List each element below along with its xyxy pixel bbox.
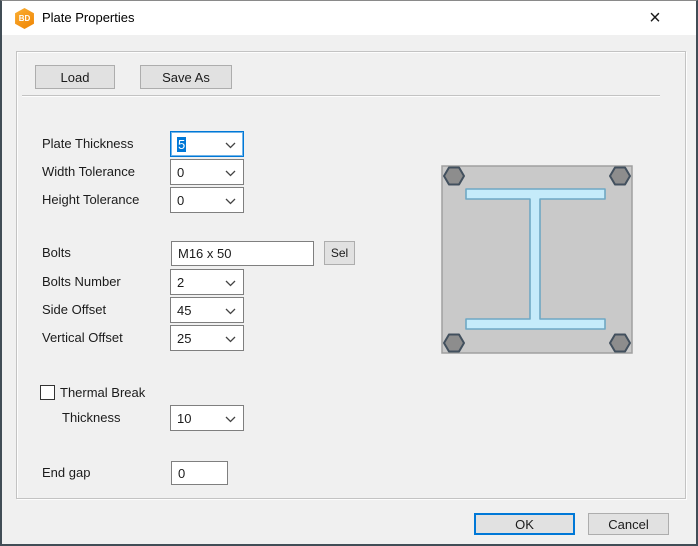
- width-tolerance-value: 0: [177, 165, 184, 180]
- plate-thickness-label: Plate Thickness: [42, 136, 134, 151]
- chevron-down-icon: [225, 416, 236, 423]
- cancel-button[interactable]: Cancel: [588, 513, 669, 535]
- load-button[interactable]: Load: [35, 65, 115, 89]
- bolt-hexagon-icon: [444, 168, 464, 185]
- bolts-select-button[interactable]: Sel: [324, 241, 355, 265]
- bolt-hexagon-icon: [610, 168, 630, 185]
- thickness-value: 10: [177, 411, 191, 426]
- plate-thickness-value: 5: [177, 137, 186, 152]
- plate-properties-dialog: BD Plate Properties × Load Save As Plate…: [0, 0, 698, 546]
- plate-preview-drawing: [432, 156, 647, 366]
- vertical-offset-value: 25: [177, 331, 191, 346]
- vertical-offset-dropdown[interactable]: 25: [170, 325, 244, 351]
- thermal-break-checkbox[interactable]: [40, 385, 55, 400]
- width-tolerance-label: Width Tolerance: [42, 164, 135, 179]
- side-offset-dropdown[interactable]: 45: [170, 297, 244, 323]
- bolts-label: Bolts: [42, 245, 71, 260]
- side-offset-label: Side Offset: [42, 302, 106, 317]
- thickness-label: Thickness: [62, 410, 121, 425]
- vertical-offset-label: Vertical Offset: [42, 330, 123, 345]
- window-title: Plate Properties: [42, 10, 135, 25]
- end-gap-input[interactable]: 0: [171, 461, 228, 485]
- side-offset-value: 45: [177, 303, 191, 318]
- thermal-break-label: Thermal Break: [60, 385, 145, 400]
- chevron-down-icon: [225, 280, 236, 287]
- app-logo-icon: BD: [14, 8, 35, 29]
- chevron-down-icon: [225, 336, 236, 343]
- height-tolerance-value: 0: [177, 193, 184, 208]
- close-icon[interactable]: ×: [634, 1, 676, 35]
- ok-button[interactable]: OK: [474, 513, 575, 535]
- divider: [22, 95, 660, 97]
- bolt-hexagon-icon: [610, 335, 630, 352]
- chevron-down-icon: [225, 308, 236, 315]
- chevron-down-icon: [225, 198, 236, 205]
- titlebar: BD Plate Properties ×: [2, 1, 696, 35]
- bolts-number-label: Bolts Number: [42, 274, 121, 289]
- chevron-down-icon: [225, 170, 236, 177]
- plate-thickness-dropdown[interactable]: 5: [170, 131, 244, 157]
- bolts-field[interactable]: M16 x 50: [171, 241, 314, 266]
- bolt-hexagon-icon: [444, 335, 464, 352]
- save-as-button[interactable]: Save As: [140, 65, 232, 89]
- chevron-down-icon: [225, 142, 236, 149]
- height-tolerance-label: Height Tolerance: [42, 192, 139, 207]
- width-tolerance-dropdown[interactable]: 0: [170, 159, 244, 185]
- bolts-number-dropdown[interactable]: 2: [170, 269, 244, 295]
- height-tolerance-dropdown[interactable]: 0: [170, 187, 244, 213]
- bolts-number-value: 2: [177, 275, 184, 290]
- thickness-dropdown[interactable]: 10: [170, 405, 244, 431]
- end-gap-label: End gap: [42, 465, 90, 480]
